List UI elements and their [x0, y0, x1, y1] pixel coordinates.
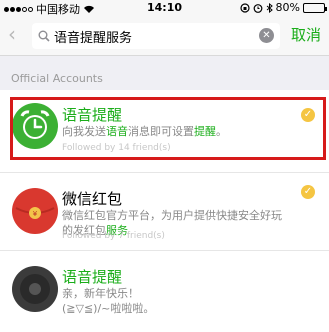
verified-badge-icon: ✓	[301, 108, 315, 122]
followers-count: Followed by 7 friend(s)	[62, 231, 165, 241]
followers-count: Followed by 14 friend(s)	[62, 143, 171, 153]
search-icon	[38, 30, 50, 42]
result-item[interactable]: ¥ 微信红包 微信红包官方平台，为用户提供快捷安全好玩的发红包服务 Follow…	[0, 172, 329, 250]
search-bar: ‹ ✕ 取消	[0, 16, 329, 56]
account-name: 语音提醒	[62, 268, 123, 286]
section-title: Official Accounts	[11, 72, 103, 85]
cancel-button[interactable]: 取消	[291, 24, 321, 46]
result-item[interactable]: 语音提醒 亲，新年快乐！ (≧▽≦)/~啦啦啦。	[0, 250, 329, 332]
verified-badge-icon: ✓	[301, 185, 315, 199]
alarm-icon	[253, 3, 262, 13]
svg-text:¥: ¥	[33, 210, 38, 218]
clear-icon[interactable]: ✕	[259, 28, 274, 43]
search-input[interactable]	[54, 28, 244, 44]
rotation-lock-icon	[239, 2, 250, 13]
status-bar: 中国移动 14:10 80%	[0, 0, 329, 16]
result-item[interactable]: 语音提醒 向我发送语音消息即可设置提醒。 Followed by 14 frie…	[0, 90, 329, 172]
account-name: 语音提醒	[62, 106, 123, 124]
alarm-clock-icon	[12, 103, 58, 149]
account-description: 亲，新年快乐！ (≧▽≦)/~啦啦啦。	[62, 287, 155, 315]
account-name: 微信红包	[62, 190, 123, 208]
dark-avatar-icon	[12, 266, 58, 312]
back-icon[interactable]: ‹	[8, 24, 16, 44]
battery-percent: 80%	[275, 1, 300, 14]
search-field[interactable]: ✕	[32, 23, 280, 49]
battery-icon	[303, 2, 327, 13]
account-description: 向我发送语音消息即可设置提醒。	[62, 125, 227, 138]
red-packet-icon: ¥	[12, 188, 58, 234]
bluetooth-icon	[266, 2, 273, 13]
